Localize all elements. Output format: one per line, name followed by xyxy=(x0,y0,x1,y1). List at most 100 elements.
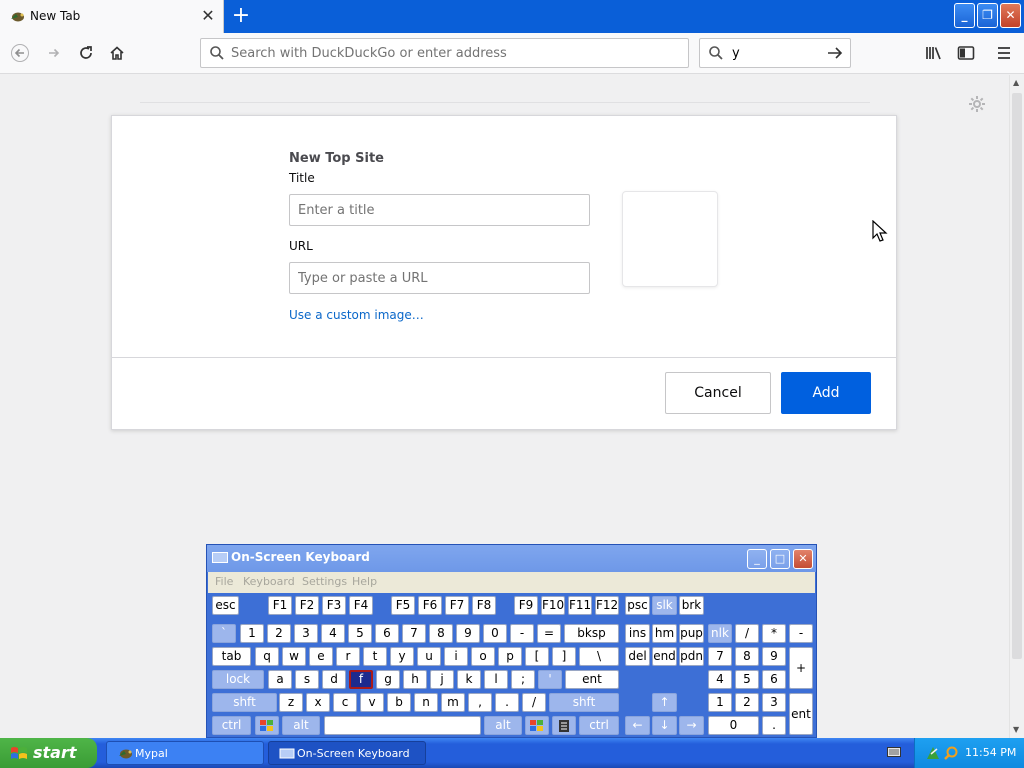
osk-maximize-button[interactable]: □ xyxy=(770,549,790,569)
key-f7[interactable]: F7 xyxy=(445,596,469,615)
scrollbar-thumb[interactable] xyxy=(1012,93,1022,659)
cancel-button[interactable]: Cancel xyxy=(665,372,771,414)
key-num-5[interactable]: 5 xyxy=(735,670,759,689)
key-f2[interactable]: F2 xyxy=(295,596,319,615)
key-7[interactable]: 7 xyxy=(402,624,426,643)
key-num-4[interactable]: 4 xyxy=(708,670,732,689)
key-quote[interactable]: ' xyxy=(538,670,562,689)
page-scrollbar[interactable]: ▲ ▼ xyxy=(1009,75,1024,738)
key-arrow-right[interactable]: → xyxy=(679,716,704,735)
osk-menu-help[interactable]: Help xyxy=(352,575,377,588)
tab-new-tab[interactable]: New Tab ✕ xyxy=(0,0,224,33)
key-period[interactable]: . xyxy=(495,693,519,712)
gear-icon[interactable] xyxy=(968,95,986,113)
key-brk[interactable]: brk xyxy=(679,596,704,615)
key-enter[interactable]: ent xyxy=(565,670,619,689)
key-9[interactable]: 9 xyxy=(456,624,480,643)
window-minimize-button[interactable]: _ xyxy=(954,3,975,28)
key-num-9[interactable]: 9 xyxy=(762,647,786,666)
key-c[interactable]: c xyxy=(333,693,357,712)
key-5[interactable]: 5 xyxy=(348,624,372,643)
osk-menu-file[interactable]: File xyxy=(215,575,233,588)
sidebar-button[interactable] xyxy=(952,39,980,67)
key-num-8[interactable]: 8 xyxy=(735,647,759,666)
key-arrow-down[interactable]: ↓ xyxy=(652,716,677,735)
key-k[interactable]: k xyxy=(457,670,481,689)
key-arrow-left[interactable]: ← xyxy=(625,716,650,735)
key-d[interactable]: d xyxy=(322,670,346,689)
key-h[interactable]: h xyxy=(403,670,427,689)
key-f12[interactable]: F12 xyxy=(595,596,619,615)
key-f9[interactable]: F9 xyxy=(514,596,538,615)
tab-close-icon[interactable]: ✕ xyxy=(199,7,217,25)
key-num-1[interactable]: 1 xyxy=(708,693,732,712)
url-input[interactable] xyxy=(289,262,590,294)
key-backslash[interactable]: \ xyxy=(579,647,619,666)
key-r[interactable]: r xyxy=(336,647,360,666)
key-4[interactable]: 4 xyxy=(321,624,345,643)
key-num-divide[interactable]: / xyxy=(735,624,759,643)
key-num-6[interactable]: 6 xyxy=(762,670,786,689)
key-hm[interactable]: hm xyxy=(652,624,677,643)
new-tab-button[interactable]: + xyxy=(229,4,253,28)
key-num-enter[interactable]: ent xyxy=(789,693,813,735)
key-num-decimal[interactable]: . xyxy=(762,716,786,735)
key-comma[interactable]: , xyxy=(468,693,492,712)
key-num-0[interactable]: 0 xyxy=(708,716,759,735)
window-close-button[interactable]: ✕ xyxy=(1000,3,1021,28)
osk-menu-keyboard[interactable]: Keyboard xyxy=(243,575,295,588)
key-right-windows[interactable] xyxy=(525,716,549,735)
key-g[interactable]: g xyxy=(376,670,400,689)
key-left-ctrl[interactable]: ctrl xyxy=(212,716,251,735)
key-y[interactable]: y xyxy=(390,647,414,666)
home-button[interactable] xyxy=(103,39,131,67)
menu-button[interactable] xyxy=(990,39,1018,67)
key-v[interactable]: v xyxy=(360,693,384,712)
taskbar-item-on-screen-keyboard[interactable]: On-Screen Keyboard xyxy=(268,741,426,765)
key-num-plus[interactable]: + xyxy=(789,647,813,689)
key-p[interactable]: p xyxy=(498,647,522,666)
key-f4[interactable]: F4 xyxy=(349,596,373,615)
address-bar[interactable] xyxy=(200,38,689,68)
key-e[interactable]: e xyxy=(309,647,333,666)
key-close-bracket[interactable]: ] xyxy=(552,647,576,666)
search-input[interactable] xyxy=(732,43,820,63)
key-z[interactable]: z xyxy=(279,693,303,712)
network-icon[interactable] xyxy=(925,745,941,761)
key-f[interactable]: f xyxy=(349,670,373,689)
key-x[interactable]: x xyxy=(306,693,330,712)
key-u[interactable]: u xyxy=(417,647,441,666)
key-slash[interactable]: / xyxy=(522,693,546,712)
osk-close-button[interactable]: ✕ xyxy=(793,549,813,569)
key-menu[interactable] xyxy=(552,716,576,735)
scroll-up-icon[interactable]: ▲ xyxy=(1013,78,1019,87)
key-s[interactable]: s xyxy=(295,670,319,689)
key-left-shift[interactable]: shft xyxy=(212,693,277,712)
key-right-ctrl[interactable]: ctrl xyxy=(579,716,619,735)
key-left-alt[interactable]: alt xyxy=(282,716,320,735)
key-f10[interactable]: F10 xyxy=(541,596,565,615)
address-input[interactable] xyxy=(231,42,681,64)
osk-minimize-button[interactable]: _ xyxy=(747,549,767,569)
key-num-2[interactable]: 2 xyxy=(735,693,759,712)
key-f3[interactable]: F3 xyxy=(322,596,346,615)
key-ins[interactable]: ins xyxy=(625,624,650,643)
key-o[interactable]: o xyxy=(471,647,495,666)
key-8[interactable]: 8 xyxy=(429,624,453,643)
key-semicolon[interactable]: ; xyxy=(511,670,535,689)
key-6[interactable]: 6 xyxy=(375,624,399,643)
key-n[interactable]: n xyxy=(414,693,438,712)
key-caps-lock[interactable]: lock xyxy=(212,670,264,689)
key-3[interactable]: 3 xyxy=(294,624,318,643)
key-num-3[interactable]: 3 xyxy=(762,693,786,712)
key-right-shift[interactable]: shft xyxy=(549,693,619,712)
key-m[interactable]: m xyxy=(441,693,465,712)
key-bksp[interactable]: bksp xyxy=(564,624,619,643)
magnifier-icon[interactable] xyxy=(943,745,959,761)
start-button[interactable]: start xyxy=(0,738,97,768)
osk-menu-settings[interactable]: Settings xyxy=(302,575,347,588)
key-i[interactable]: i xyxy=(444,647,468,666)
key-equals[interactable]: = xyxy=(537,624,561,643)
key-open-bracket[interactable]: [ xyxy=(525,647,549,666)
key-j[interactable]: j xyxy=(430,670,454,689)
